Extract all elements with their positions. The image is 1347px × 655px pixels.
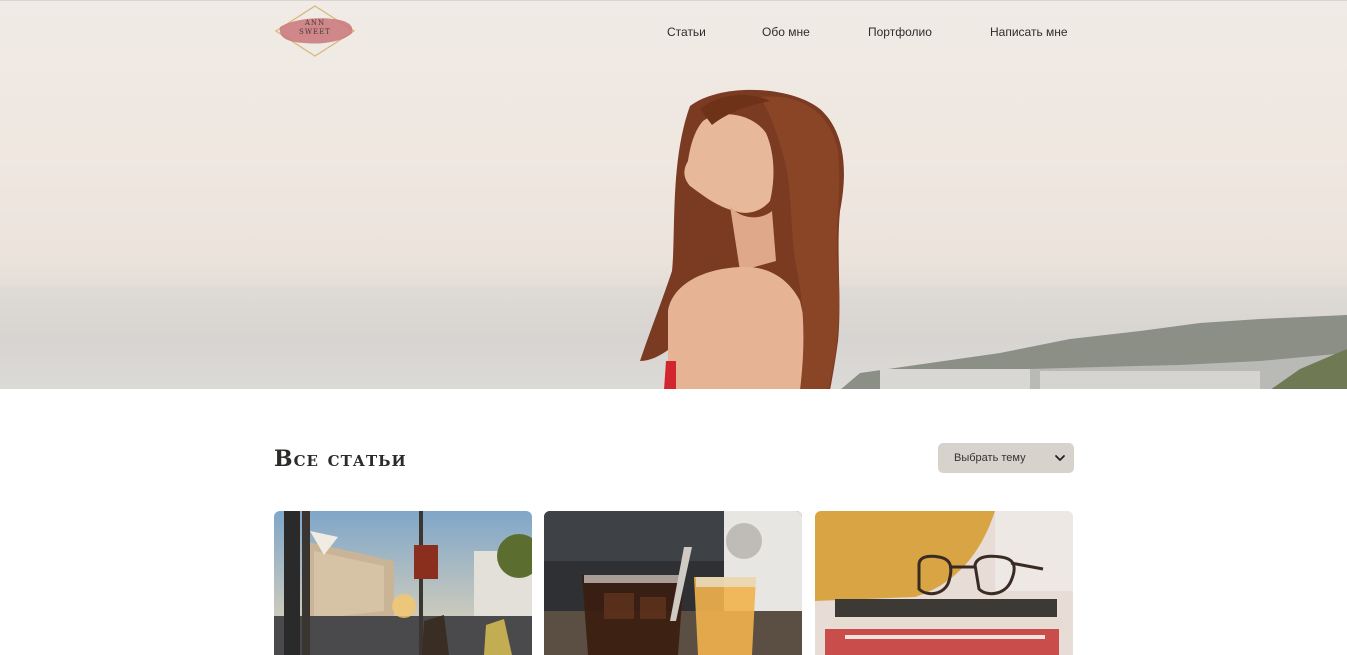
city-street-photo [274, 511, 532, 655]
topic-select-value: Выбрать тему [954, 452, 1026, 464]
article-card-drinks[interactable] [544, 511, 802, 655]
nav-item-contact[interactable]: Написать мне [990, 25, 1068, 39]
logo-line2: SWEET [299, 28, 331, 36]
logo[interactable]: ANN SWEET [274, 5, 356, 57]
books-glasses-photo [815, 511, 1073, 655]
chevron-down-icon [1055, 455, 1065, 461]
article-card-books[interactable] [815, 511, 1073, 655]
iced-drinks-photo [544, 511, 802, 655]
logo-text: ANN SWEET [274, 19, 356, 37]
hero-photo [640, 89, 1347, 389]
nav-item-articles[interactable]: Статьи [667, 25, 706, 39]
nav-item-about[interactable]: Обо мне [762, 25, 810, 39]
nav-item-portfolio[interactable]: Портфолио [868, 25, 932, 39]
page-title: Все статьи [274, 446, 407, 472]
hero-banner: ANN SWEET Статьи Обо мне Портфолио Напис… [0, 0, 1347, 389]
topic-select[interactable]: Выбрать тему [938, 443, 1074, 473]
logo-line1: ANN [304, 19, 326, 27]
article-card-city[interactable] [274, 511, 532, 655]
